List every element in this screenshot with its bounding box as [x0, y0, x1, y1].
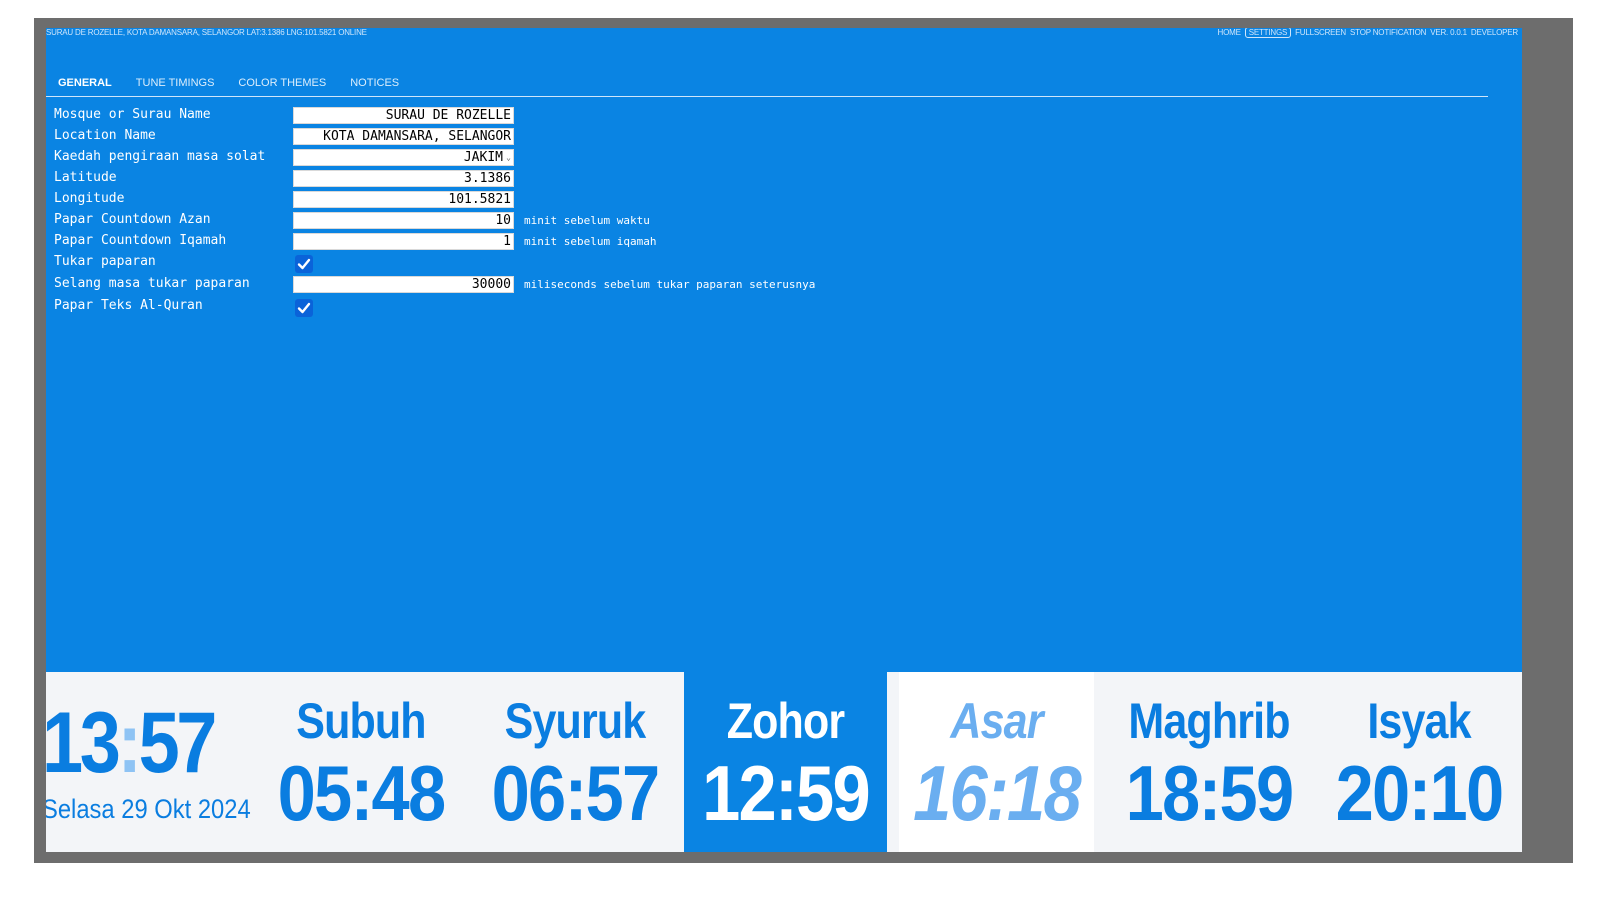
prayer-name: Zohor: [726, 693, 845, 749]
prayer-name: Subuh: [296, 693, 426, 749]
clock-separator: :: [117, 695, 142, 791]
countdown-iqamah-label: Papar Countdown Iqamah: [54, 233, 227, 248]
prayer-time: 18:59: [1125, 749, 1295, 837]
nav-settings-link[interactable]: SETTINGS: [1244, 28, 1292, 38]
top-nav: HOME SETTINGS FULLSCREEN STOP NOTIFICATI…: [1218, 28, 1518, 38]
prayer-syuruk: Syuruk 06:57: [466, 672, 684, 852]
prayer-name: Syuruk: [504, 693, 646, 749]
checkmark-icon: [297, 258, 311, 270]
nav-developer-link[interactable]: DEVELOPER: [1471, 28, 1518, 37]
clock-minutes: 57: [138, 695, 218, 791]
checkmark-icon: [297, 302, 311, 314]
prayer-name: Asar: [950, 693, 1043, 749]
countdown-azan-input[interactable]: 10: [293, 212, 514, 229]
prayer-name: Maghrib: [1128, 693, 1290, 749]
switch-display-label: Tukar paparan: [54, 254, 156, 269]
mosque-name-label: Mosque or Surau Name: [54, 107, 211, 122]
app-screen: SURAU DE ROZELLE, KOTA DAMANSARA, SELANG…: [46, 28, 1522, 852]
tab-tune-timings[interactable]: TUNE TIMINGS: [124, 76, 227, 96]
prayer-name: Isyak: [1367, 693, 1471, 749]
tab-general[interactable]: GENERAL: [46, 76, 124, 96]
prayer-time: 20:10: [1335, 749, 1505, 837]
clock-block: 13:57 Selasa 29 Okt 2024: [46, 672, 256, 852]
nav-fullscreen-link[interactable]: FULLSCREEN: [1295, 28, 1346, 37]
prayer-times-bar: 13:57 Selasa 29 Okt 2024 Subuh 05:48 Syu…: [46, 672, 1522, 852]
prayer-asar: Asar 16:18: [899, 672, 1094, 852]
method-selected-value: JAKIM: [463, 150, 503, 165]
latitude-label: Latitude: [54, 170, 117, 185]
prayer-isyak: Isyak 20:10: [1316, 672, 1522, 852]
prayer-maghrib: Maghrib 18:59: [1104, 672, 1314, 852]
clock-hours: 13: [46, 695, 121, 791]
longitude-label: Longitude: [54, 191, 125, 206]
status-line: SURAU DE ROZELLE, KOTA DAMANSARA, SELANG…: [46, 28, 367, 37]
countdown-iqamah-input[interactable]: 1: [293, 233, 514, 250]
tab-color-themes[interactable]: COLOR THEMES: [226, 76, 338, 96]
location-name-label: Location Name: [54, 128, 156, 143]
method-label: Kaedah pengiraan masa solat: [54, 149, 266, 164]
switch-display-checkbox[interactable]: [295, 255, 313, 273]
current-date: Selasa 29 Okt 2024: [46, 794, 251, 824]
switch-interval-label: Selang masa tukar paparan: [54, 276, 250, 291]
settings-tabs: GENERAL TUNE TIMINGS COLOR THEMES NOTICE…: [46, 76, 1488, 97]
location-name-input[interactable]: KOTA DAMANSARA, SELANGOR: [293, 128, 514, 145]
prayer-time: 06:57: [491, 749, 661, 837]
longitude-input[interactable]: 101.5821: [293, 191, 514, 208]
nav-stop-notification-link[interactable]: STOP NOTIFICATION: [1350, 28, 1426, 37]
prayer-zohor: Zohor 12:59: [684, 672, 887, 852]
chevron-down-icon: ⌄: [506, 153, 511, 162]
prayer-time: 12:59: [702, 749, 871, 837]
prayer-time: 05:48: [277, 749, 447, 837]
show-quran-checkbox[interactable]: [295, 299, 313, 317]
prayer-time: 16:18: [913, 749, 1082, 837]
prayer-subuh: Subuh 05:48: [256, 672, 466, 852]
switch-interval-hint: miliseconds sebelum tukar paparan seteru…: [524, 278, 816, 291]
nav-home-link[interactable]: HOME: [1218, 28, 1241, 37]
method-select[interactable]: JAKIM ⌄: [293, 149, 514, 166]
current-time: 13:57: [46, 694, 218, 793]
switch-interval-input[interactable]: 30000: [293, 276, 514, 293]
countdown-azan-hint: minit sebelum waktu: [524, 214, 650, 227]
latitude-input[interactable]: 3.1386: [293, 170, 514, 187]
countdown-azan-label: Papar Countdown Azan: [54, 212, 211, 227]
show-quran-label: Papar Teks Al-Quran: [54, 298, 203, 313]
countdown-iqamah-hint: minit sebelum iqamah: [524, 235, 657, 248]
mosque-name-input[interactable]: SURAU DE ROZELLE: [293, 107, 514, 124]
version-label: VER. 0.0.1: [1430, 28, 1467, 37]
tab-notices[interactable]: NOTICES: [338, 76, 411, 96]
